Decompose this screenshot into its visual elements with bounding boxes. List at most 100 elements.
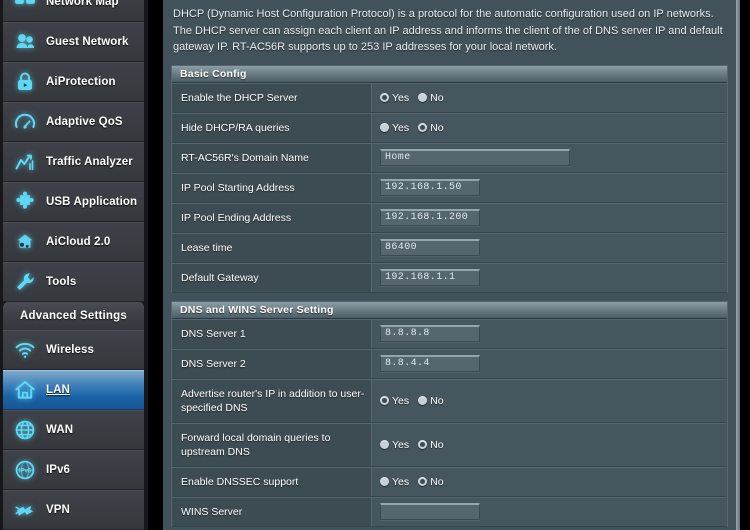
radio-option-no[interactable]: No — [418, 121, 444, 134]
sidebar-item-lan[interactable]: LAN — [3, 370, 144, 410]
radio-option-label: No — [430, 394, 444, 407]
sidebar-item-network-map[interactable]: Network Map — [3, 0, 144, 22]
radio-option-yes[interactable]: Yes — [380, 476, 409, 488]
panel-basic-config: Basic Config Enable the DHCP Server Yes No H… — [171, 64, 728, 293]
sidebar-item-label: IPv6 — [46, 464, 71, 476]
radio-yes-icon[interactable] — [380, 123, 389, 132]
radio-option-no[interactable]: No — [418, 475, 444, 488]
settings-row: Default Gateway 192.168.1.1 — [172, 262, 727, 293]
radio-no-icon[interactable] — [418, 477, 428, 486]
radio-option-yes[interactable]: Yes — [380, 395, 409, 407]
radio-option-no[interactable]: No — [418, 439, 444, 451]
radio-option-yes[interactable]: Yes — [380, 439, 409, 451]
sidebar-item-ipv6[interactable]: IPv6 IPv6 — [3, 450, 144, 490]
row-label: DNS Server 1 — [172, 319, 372, 348]
gauge-icon — [12, 109, 38, 135]
home-icon — [12, 377, 38, 403]
row-label: DNS Server 2 — [172, 349, 372, 378]
row-label: Default Gateway — [172, 263, 372, 292]
sidebar-item-traffic-analyzer[interactable]: Traffic Analyzer — [3, 142, 144, 182]
radio-group: Yes No — [380, 122, 444, 134]
radio-yes-icon[interactable] — [380, 93, 389, 102]
radio-option-label: No — [430, 475, 444, 488]
radio-option-label: No — [430, 91, 444, 104]
row-value: Yes No — [372, 379, 727, 422]
text-input[interactable]: 86400 — [380, 239, 480, 256]
cloud-home-icon — [12, 229, 38, 255]
sidebar-item-wan[interactable]: WAN — [3, 410, 144, 450]
radio-no-icon[interactable] — [418, 396, 428, 405]
row-value: Yes No — [372, 467, 727, 496]
content-right-rail — [736, 0, 740, 530]
text-input[interactable]: 192.168.1.1 — [380, 269, 480, 286]
sidebar-item-label: AiProtection — [46, 76, 116, 88]
text-input[interactable]: 192.168.1.200 — [380, 209, 480, 226]
panel-dns-and-wins-server-setting: DNS and WINS Server Setting DNS Server 1 8… — [171, 300, 728, 527]
radio-option-label: Yes — [392, 121, 410, 134]
row-value: 192.168.1.200 — [372, 203, 727, 232]
sidebar-item-label: LAN — [46, 384, 70, 396]
row-label: IP Pool Ending Address — [172, 203, 372, 232]
settings-row: IP Pool Starting Address 192.168.1.50 — [172, 172, 727, 203]
radio-group: Yes No — [380, 439, 444, 451]
radio-yes-icon[interactable] — [380, 396, 389, 405]
settings-row: Hide DHCP/RA queries Yes No — [172, 112, 727, 143]
sidebar-item-tools[interactable]: Tools — [3, 262, 144, 302]
row-label: Enable the DHCP Server — [172, 83, 372, 112]
sidebar-item-wireless[interactable]: Wireless — [3, 330, 144, 370]
row-value — [372, 497, 727, 526]
radio-option-yes[interactable]: Yes — [380, 92, 409, 104]
sidebar: Network Map Guest Network AiProtection Adap… — [0, 0, 148, 530]
radio-no-icon[interactable] — [418, 440, 428, 449]
sidebar-item-aicloud-2-0[interactable]: AiCloud 2.0 — [3, 222, 144, 262]
sidebar-item-label: Traffic Analyzer — [46, 156, 133, 168]
settings-row: Enable DNSSEC support Yes No — [172, 466, 727, 497]
wifi-icon — [12, 337, 38, 363]
main-area: DHCP (Dynamic Host Configuration Protoco… — [163, 0, 750, 530]
content-panel: DHCP (Dynamic Host Configuration Protoco… — [163, 0, 736, 530]
sidebar-item-label: Adaptive QoS — [46, 116, 123, 128]
radio-option-label: Yes — [392, 91, 410, 104]
sidebar-item-label: AiCloud 2.0 — [46, 236, 111, 248]
nav-group-header: Advanced Settings — [3, 302, 144, 330]
radio-option-label: No — [430, 121, 444, 134]
sidebar-item-label: Wireless — [46, 344, 95, 356]
sidebar-item-aiprotection[interactable]: AiProtection — [3, 62, 144, 102]
settings-row: Lease time 86400 — [172, 232, 727, 263]
sidebar-item-label: Network Map — [46, 0, 119, 8]
row-value: 8.8.4.4 — [372, 349, 727, 378]
settings-panels: Basic Config Enable the DHCP Server Yes No H… — [163, 64, 736, 530]
nav-group-primary: Network Map Guest Network AiProtection Adap… — [3, 0, 144, 302]
sidebar-item-label: Tools — [46, 276, 77, 288]
svg-text:IPv6: IPv6 — [19, 468, 32, 475]
row-label: Lease time — [172, 233, 372, 262]
text-input[interactable]: Home — [380, 149, 570, 166]
text-input[interactable]: 8.8.8.8 — [380, 325, 480, 342]
radio-yes-icon[interactable] — [380, 477, 389, 486]
text-input[interactable] — [380, 503, 480, 520]
radio-option-no[interactable]: No — [418, 91, 444, 104]
ipv6-globe-icon: IPv6 — [12, 457, 38, 483]
radio-no-icon[interactable] — [418, 123, 428, 132]
row-label: Hide DHCP/RA queries — [172, 113, 372, 142]
sidebar-item-adaptive-qos[interactable]: Adaptive QoS — [3, 102, 144, 142]
settings-row: RT-AC56R's Domain Name Home — [172, 142, 727, 173]
sidebar-item-label: USB Application — [46, 196, 138, 208]
radio-yes-icon[interactable] — [380, 440, 389, 449]
text-input[interactable]: 8.8.4.4 — [380, 355, 480, 372]
sidebar-item-guest-network[interactable]: Guest Network — [3, 22, 144, 62]
row-label: WINS Server — [172, 497, 372, 526]
row-label: Forward local domain queries to upstream… — [172, 423, 372, 466]
radio-no-icon[interactable] — [418, 93, 428, 102]
text-input[interactable]: 192.168.1.50 — [380, 179, 480, 196]
radio-option-label: Yes — [392, 475, 410, 488]
row-value: Yes No — [372, 113, 727, 142]
radio-option-yes[interactable]: Yes — [380, 122, 409, 134]
sidebar-item-label: Guest Network — [46, 36, 129, 48]
settings-row: DNS Server 1 8.8.8.8 — [172, 318, 727, 349]
sidebar-item-usb-application[interactable]: USB Application — [3, 182, 144, 222]
radio-group: Yes No — [380, 92, 444, 104]
chart-line-icon — [12, 149, 38, 175]
radio-option-no[interactable]: No — [418, 394, 444, 407]
sidebar-item-vpn[interactable]: VPN — [3, 490, 144, 530]
